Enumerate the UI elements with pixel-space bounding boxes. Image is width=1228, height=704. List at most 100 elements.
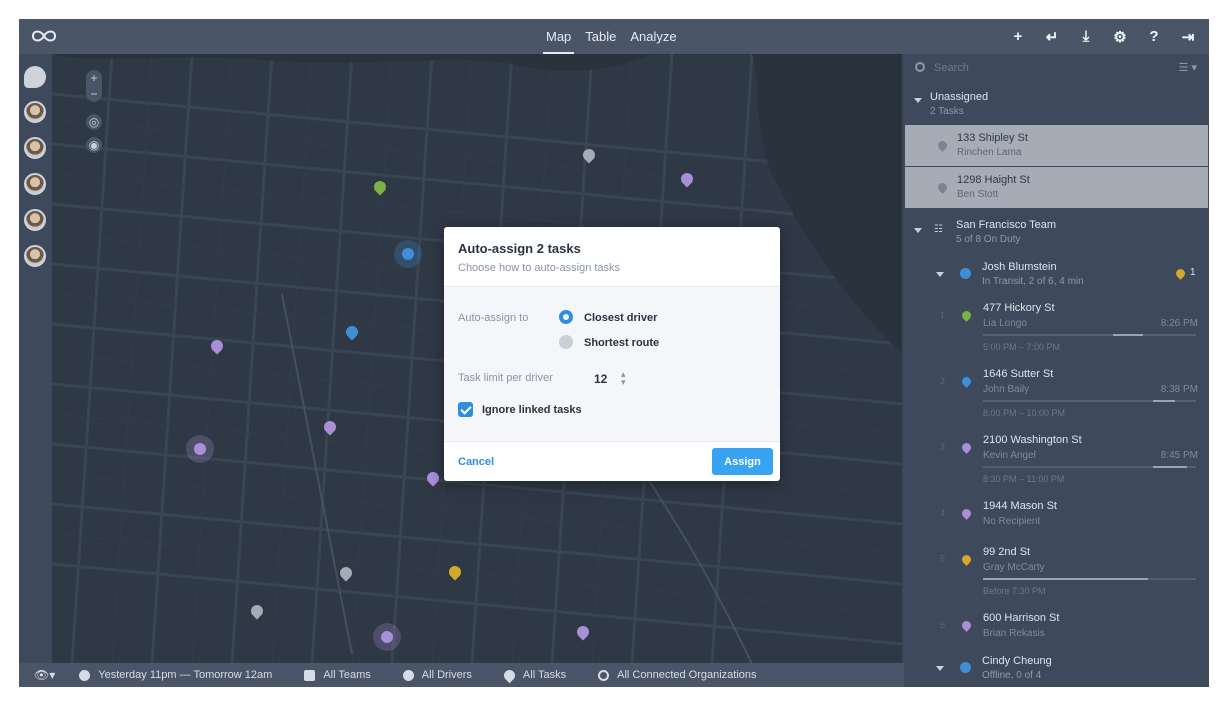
caret-down-icon — [914, 98, 922, 103]
logo-icon[interactable] — [29, 27, 59, 45]
tab-map[interactable]: Map — [539, 19, 578, 54]
task-row[interactable]: 1 477 Hickory St Lia Longo 8:26 PM 5:00 … — [904, 296, 1209, 362]
task-eta: 8:38 PM — [1160, 384, 1198, 395]
time-filter[interactable]: Yesterday 11pm — Tomorrow 12am — [79, 669, 272, 681]
tasks-filter-label: All Tasks — [522, 669, 567, 681]
task-row[interactable]: 3 2100 Washington St Kevin Angel 8:45 PM… — [904, 428, 1209, 494]
driver-row[interactable]: Josh Blumstein In Transit, 2 of 6, 4 min… — [904, 258, 1209, 296]
driver-status: Offline, 0 of 4 — [982, 670, 1042, 681]
task-number: 6 — [940, 620, 946, 630]
search-bar: ☰ ▾ — [904, 54, 1209, 82]
task-row[interactable]: 6 600 Harrison St Brian Rekasis — [904, 606, 1209, 652]
help-icon[interactable]: ? — [1143, 26, 1165, 48]
pin-icon — [960, 619, 973, 632]
stepper-arrows-icon[interactable]: ▴ ▾ — [621, 370, 626, 387]
task-address: 99 2nd St — [983, 546, 1031, 558]
ignore-linked-checkbox[interactable] — [458, 402, 473, 417]
organization-icon — [598, 669, 610, 681]
task-address: 600 Harrison St — [983, 612, 1060, 624]
tab-table[interactable]: Table — [578, 19, 623, 54]
task-row[interactable]: 5 99 2nd St Gray McCarty Before 7:30 PM — [904, 540, 1209, 606]
assign-button[interactable]: Assign — [712, 448, 773, 475]
modal-body: Auto-assign to Closest driver Shortest r… — [444, 286, 780, 442]
time-filter-label: Yesterday 11pm — Tomorrow 12am — [98, 669, 273, 681]
task-window: Before 7:30 PM — [983, 586, 1046, 596]
team-section-header[interactable]: ☷ San Francisco Team 5 of 8 On Duty — [904, 214, 1209, 252]
unassigned-count: 2 Tasks — [930, 106, 964, 117]
task-limit-stepper[interactable]: 12 ▴ ▾ — [586, 368, 641, 390]
task-window: 8:30 PM – 11:00 PM — [983, 474, 1065, 484]
task-progress — [983, 466, 1196, 468]
unassigned-section-header[interactable]: Unassigned 2 Tasks — [904, 86, 1209, 124]
task-recipient: Kevin Angel — [983, 450, 1036, 461]
task-row[interactable]: 4 1944 Mason St No Recipient — [904, 494, 1209, 540]
shortest-route-label[interactable]: Shortest route — [584, 337, 659, 349]
task-address: 1944 Mason St — [983, 500, 1057, 512]
pin-icon — [936, 139, 949, 152]
search-input[interactable] — [934, 59, 1154, 77]
closest-driver-label[interactable]: Closest driver — [584, 312, 657, 324]
task-number: 2 — [940, 376, 946, 386]
avatar[interactable] — [24, 101, 46, 123]
task-recipient: Lia Longo — [983, 318, 1027, 329]
drivers-filter-label: All Drivers — [421, 669, 472, 681]
locate-icon[interactable]: ◎ — [86, 114, 102, 130]
assign-to-label: Auto-assign to — [458, 312, 529, 324]
caret-down-icon — [936, 272, 944, 277]
add-driver-icon[interactable] — [24, 66, 46, 88]
team-title: San Francisco Team — [956, 219, 1057, 231]
task-number: 1 — [940, 310, 946, 320]
task-panel: ☰ ▾ Unassigned 2 Tasks 133 Shipley St Ri… — [904, 54, 1209, 687]
driver-row[interactable]: Cindy Cheung Offline, 0 of 4 — [904, 652, 1209, 687]
zoom-in-button[interactable]: + — [86, 70, 102, 86]
task-address: 477 Hickory St — [983, 302, 1055, 314]
driver-status-icon — [960, 662, 971, 673]
avatar[interactable] — [24, 245, 46, 267]
avatar[interactable] — [24, 209, 46, 231]
import-icon[interactable]: ↵ — [1041, 26, 1063, 48]
pin-icon — [960, 441, 973, 454]
unassigned-title: Unassigned — [930, 91, 989, 103]
drivers-filter[interactable]: All Drivers — [402, 669, 472, 681]
driver-icon — [402, 669, 414, 681]
task-number: 4 — [940, 508, 946, 518]
vehicle-icon[interactable]: ◉ — [86, 137, 102, 153]
zoom-out-button[interactable]: − — [86, 86, 102, 102]
filter-bar: 👁▾ Yesterday 11pm — Tomorrow 12am All Te… — [19, 663, 904, 687]
orgs-filter[interactable]: All Connected Organizations — [598, 669, 757, 681]
pin-icon — [936, 181, 949, 194]
logout-icon[interactable]: ⇥ — [1177, 26, 1199, 48]
shortest-route-radio[interactable] — [559, 335, 573, 349]
avatar[interactable] — [24, 173, 46, 195]
task-recipient: Ben Stott — [957, 189, 999, 200]
ignore-linked-label[interactable]: Ignore linked tasks — [482, 404, 582, 416]
closest-driver-radio[interactable] — [559, 310, 573, 324]
driver-pin-count: 1 — [1190, 267, 1196, 278]
caret-down-icon — [914, 228, 922, 233]
teams-filter-label: All Teams — [323, 669, 371, 681]
add-icon[interactable]: + — [1007, 26, 1029, 48]
modal-title: Auto-assign 2 tasks — [458, 241, 581, 256]
modal-header: Auto-assign 2 tasks Choose how to auto-a… — [444, 227, 780, 286]
team-icon: ☷ — [934, 224, 943, 235]
tasks-filter[interactable]: All Tasks — [501, 667, 567, 683]
cancel-button[interactable]: Cancel — [458, 456, 494, 468]
task-limit-label: Task limit per driver — [458, 372, 553, 384]
task-window: 5:00 PM – 7:00 PM — [983, 342, 1061, 352]
binoculars-icon[interactable]: 👁▾ — [34, 668, 55, 682]
pin-icon — [960, 309, 973, 322]
tab-analyze[interactable]: Analyze — [623, 19, 683, 54]
teams-filter[interactable]: All Teams — [304, 669, 371, 681]
task-row[interactable]: 2 1646 Sutter St John Baily 8:38 PM 8:00… — [904, 362, 1209, 428]
task-row[interactable]: 133 Shipley St Rinchen Lama — [905, 125, 1208, 166]
list-view-icon[interactable]: ☰ ▾ — [1179, 61, 1197, 74]
avatar[interactable] — [24, 137, 46, 159]
task-progress — [983, 334, 1196, 336]
settings-icon[interactable]: ⚙ — [1109, 26, 1131, 48]
task-window: 8:00 PM – 10:00 PM — [983, 408, 1066, 418]
task-number: 3 — [940, 442, 946, 452]
download-icon[interactable]: ⤓ — [1075, 26, 1097, 48]
top-icons: + ↵ ⤓ ⚙ ? ⇥ — [1007, 19, 1199, 54]
task-row[interactable]: 1298 Haight St Ben Stott — [905, 167, 1208, 208]
orgs-filter-label: All Connected Organizations — [617, 669, 757, 681]
